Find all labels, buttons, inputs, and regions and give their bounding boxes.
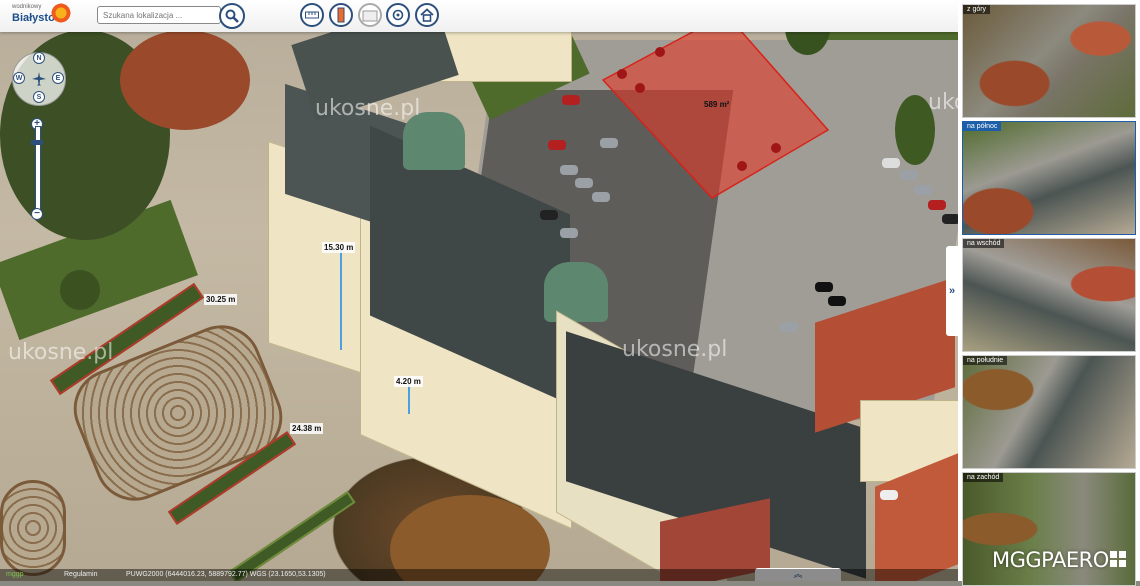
measurement-label: 4.20 m [394, 376, 423, 387]
view-label: na zachód [963, 473, 1004, 482]
view-label: na północ [963, 122, 1002, 131]
ruler-icon [305, 11, 319, 19]
thumbnail-image [963, 5, 1135, 117]
view-thumbnail-top[interactable]: z góry [962, 4, 1136, 118]
sun-logo-icon [50, 2, 72, 24]
height-measure-line [340, 250, 342, 350]
thumbnail-image [963, 356, 1135, 468]
brand-grid-icon [1110, 551, 1128, 569]
pan-south-button[interactable]: S [33, 91, 45, 103]
panel-toggle-button[interactable]: » [946, 246, 958, 336]
zoom-view-button[interactable] [386, 3, 410, 27]
coordinates-readout: PUWG2000 (6444016.23, 5889792.77) WGS (2… [126, 571, 326, 578]
zoom-slider-handle[interactable] [31, 140, 43, 145]
measure-height-button[interactable] [329, 3, 353, 27]
home-icon [420, 8, 434, 22]
measurement-label: 15.30 m [322, 242, 356, 253]
area-measurement-polygon[interactable] [0, 0, 958, 581]
logo-tagline: wodnikowy [12, 4, 42, 10]
search-icon [225, 9, 239, 23]
view-label: na południe [963, 356, 1008, 365]
zoom-out-button[interactable]: − [31, 208, 43, 220]
search-button[interactable] [219, 3, 245, 29]
mggp-aero-logo: MGGPAERO [992, 548, 1109, 572]
pan-east-button[interactable]: E [52, 72, 64, 84]
home-button[interactable] [415, 3, 439, 27]
view-thumbnail-south[interactable]: na południe [962, 355, 1136, 469]
height-measure-line [408, 384, 410, 414]
terms-link[interactable]: Regulamin [64, 569, 97, 581]
thumbnail-image [963, 122, 1135, 234]
view-thumbnail-east[interactable]: na wschód [962, 238, 1136, 352]
lens-icon [392, 9, 404, 21]
view-label: na wschód [963, 239, 1005, 248]
airplane-icon [32, 72, 46, 86]
area-label: 589 m² [704, 100, 730, 109]
pan-west-button[interactable]: W [13, 72, 25, 84]
view-direction-panel: z góry na północ na wschód na południe n… [958, 0, 1140, 586]
thumbnail-image [963, 239, 1135, 351]
status-bar: mggp Regulamin PUWG2000 (6444016.23, 588… [0, 569, 958, 581]
measure-area-button[interactable] [358, 3, 382, 27]
measure-distance-button[interactable] [300, 3, 324, 27]
measurement-label: 24.38 m [290, 423, 324, 434]
top-toolbar: wodnikowy Białystok [0, 0, 958, 32]
height-icon [337, 7, 345, 23]
watermark: ukosne.pl [315, 96, 421, 121]
view-thumbnail-north[interactable]: na północ [962, 121, 1136, 235]
area-icon [362, 10, 378, 22]
compass-control: N S W E [12, 52, 66, 106]
view-label: z góry [963, 5, 991, 14]
location-search-input[interactable] [97, 6, 221, 24]
measurement-label: 30.25 m [204, 294, 238, 305]
pan-north-button[interactable]: N [33, 52, 45, 64]
oblique-map[interactable]: 589 m² 15.30 m 30.25 m 4.20 m 24.38 m uk… [0, 0, 958, 581]
mggp-logo: mggp [6, 571, 24, 578]
watermark: ukosne.pl [928, 90, 958, 115]
watermark: ukosne.pl [8, 340, 114, 365]
watermark: ukosne.pl [622, 337, 728, 362]
